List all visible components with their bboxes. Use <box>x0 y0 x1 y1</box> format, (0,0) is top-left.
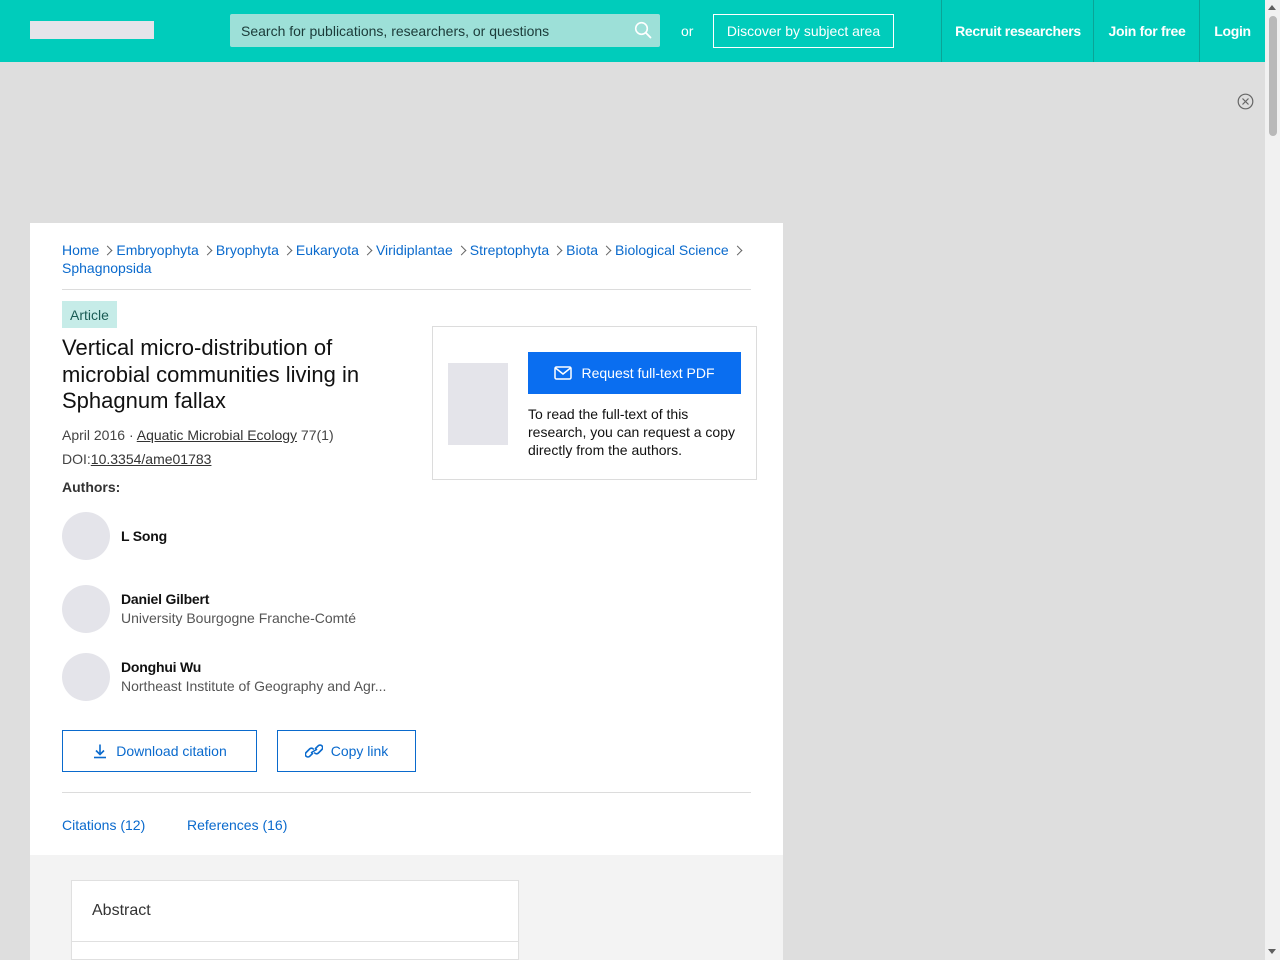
publication-card: Home Embryophyta Bryophyta Eukaryota Viridip… <box>30 223 783 960</box>
breadcrumb-item-biological-science[interactable]: Biological Science <box>615 242 729 258</box>
author-name[interactable]: Daniel Gilbert <box>121 591 209 607</box>
divider <box>62 792 751 793</box>
breadcrumb-item-home[interactable]: Home <box>62 242 99 258</box>
doi-line: DOI:10.3354/ame01783 <box>62 451 211 467</box>
scroll-thumb[interactable] <box>1269 16 1277 136</box>
author-item[interactable]: Donghui Wu Northeast Institute of Geogra… <box>62 653 422 701</box>
avatar[interactable] <box>62 512 110 560</box>
author-name[interactable]: Donghui Wu <box>121 659 201 675</box>
author-institution: University Bourgogne Franche-Comté <box>121 610 356 626</box>
chevron-right-icon <box>601 245 612 256</box>
scroll-up-arrow-icon[interactable] <box>1268 5 1276 10</box>
chevron-right-icon <box>362 245 373 256</box>
request-fulltext-description: To read the full-text of this research, … <box>528 406 736 458</box>
login-button[interactable]: Login <box>1199 0 1265 62</box>
close-ad-icon[interactable] <box>1237 93 1254 110</box>
chevron-right-icon <box>102 245 113 256</box>
divider <box>72 941 518 942</box>
tab-references[interactable]: References (16) <box>187 817 287 833</box>
request-fulltext-button[interactable]: Request full-text PDF <box>528 352 741 394</box>
breadcrumb-item-embryophyta[interactable]: Embryophyta <box>116 242 198 258</box>
author-item[interactable]: L Song <box>62 512 422 560</box>
top-navigation-bar: or Discover by subject area Recruit rese… <box>0 0 1265 62</box>
page-scrollbar[interactable] <box>1265 0 1280 960</box>
chevron-right-icon <box>282 245 293 256</box>
request-fulltext-label: Request full-text PDF <box>581 365 715 381</box>
breadcrumb-item-bryophyta[interactable]: Bryophyta <box>216 242 279 258</box>
authors-heading: Authors: <box>62 479 121 495</box>
request-fulltext-panel: Request full-text PDF To read the full-t… <box>432 326 757 480</box>
join-for-free-button[interactable]: Join for free <box>1093 0 1200 62</box>
discover-subject-button[interactable]: Discover by subject area <box>713 14 894 48</box>
login-label: Login <box>1214 23 1251 39</box>
chevron-right-icon <box>456 245 467 256</box>
breadcrumb-item-biota[interactable]: Biota <box>566 242 598 258</box>
recruit-researchers-button[interactable]: Recruit researchers <box>941 0 1094 62</box>
download-citation-label: Download citation <box>116 743 227 759</box>
publication-date: April 2016 <box>62 427 126 443</box>
download-icon <box>94 744 107 759</box>
avatar[interactable] <box>62 653 110 701</box>
or-separator: or <box>681 23 694 39</box>
content-section: Abstract <box>30 855 783 960</box>
copy-link-label: Copy link <box>330 743 389 759</box>
chevron-right-icon <box>202 245 213 256</box>
abstract-card: Abstract <box>71 880 519 960</box>
mail-icon <box>554 366 573 380</box>
breadcrumb-item-eukaryota[interactable]: Eukaryota <box>296 242 359 258</box>
download-citation-button[interactable]: Download citation <box>62 730 257 772</box>
author-institution: Northeast Institute of Geography and Agr… <box>121 678 387 694</box>
tab-citations[interactable]: Citations (12) <box>62 817 145 833</box>
journal-issue: 77(1) <box>300 427 334 443</box>
search-box <box>230 14 660 47</box>
divider <box>62 289 751 290</box>
breadcrumb-item-sphagnopsida[interactable]: Sphagnopsida <box>62 260 152 276</box>
link-icon <box>304 744 323 758</box>
meta-separator: · <box>128 427 134 443</box>
publication-meta: April 2016 · Aquatic Microbial Ecology 7… <box>62 427 334 443</box>
breadcrumb-item-streptophyta[interactable]: Streptophyta <box>470 242 549 258</box>
breadcrumb-item-viridiplantae[interactable]: Viridiplantae <box>376 242 453 258</box>
author-name[interactable]: L Song <box>121 528 167 544</box>
site-logo[interactable] <box>30 21 154 39</box>
author-item[interactable]: Daniel Gilbert University Bourgogne Fran… <box>62 585 422 633</box>
copy-link-button[interactable]: Copy link <box>277 730 416 772</box>
join-for-free-label: Join for free <box>1108 23 1186 39</box>
doi-prefix: DOI: <box>62 451 91 467</box>
chevron-right-icon <box>552 245 563 256</box>
search-icon[interactable] <box>634 21 652 39</box>
abstract-heading: Abstract <box>92 902 151 919</box>
publication-title: Vertical micro-distribution of microbial… <box>62 335 360 413</box>
breadcrumb: Home Embryophyta Bryophyta Eukaryota Viridip… <box>62 241 752 277</box>
article-type-badge: Article <box>62 301 117 328</box>
scroll-down-arrow-icon[interactable] <box>1268 949 1276 954</box>
document-thumbnail <box>448 363 508 445</box>
recruit-researchers-label: Recruit researchers <box>955 23 1081 39</box>
chevron-right-icon <box>732 245 743 256</box>
doi-link[interactable]: 10.3354/ame01783 <box>91 451 212 467</box>
avatar[interactable] <box>62 585 110 633</box>
journal-link[interactable]: Aquatic Microbial Ecology <box>137 427 297 443</box>
search-input[interactable] <box>230 14 642 47</box>
